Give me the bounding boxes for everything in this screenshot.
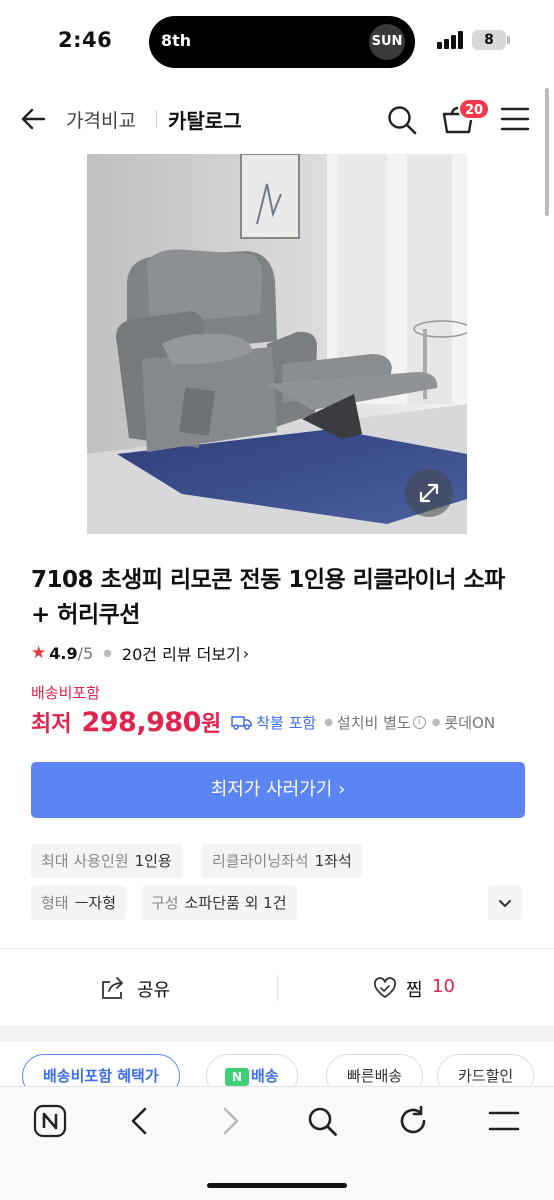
expand-specs-button[interactable]	[488, 886, 522, 920]
cod-shipping-label: 착불 포함	[256, 713, 317, 732]
filter-label: 카드할인	[458, 1067, 514, 1085]
top-nav: 가격비교 카탈로그 20	[0, 90, 554, 148]
share-button[interactable]: 공유	[0, 952, 277, 1024]
buy-lowest-label: 최저가 사러가기	[210, 779, 333, 800]
battery-icon: 8	[472, 30, 510, 50]
menu-icon[interactable]	[500, 106, 530, 132]
filter-label: 배송비포함 혜택가	[43, 1067, 159, 1085]
expand-image-button[interactable]	[405, 469, 453, 517]
spec-value: 1인용	[134, 852, 172, 870]
back-icon[interactable]	[122, 1103, 158, 1139]
dynamic-island: 8th SUN	[149, 16, 415, 68]
price-value: 298,980	[81, 706, 201, 738]
spec-chip: 형태 ㅡ자형	[31, 886, 127, 920]
spec-chip: 구성 소파단품 외 1건	[141, 886, 297, 920]
reviews-link[interactable]: 20건 리뷰 더보기	[122, 641, 241, 665]
buy-lowest-button[interactable]: 최저가 사러가기 ›	[31, 762, 525, 818]
filter-n-delivery[interactable]: N 배송	[206, 1054, 298, 1086]
island-badge: SUN	[369, 24, 405, 60]
info-icon[interactable]: i	[412, 715, 426, 729]
install-fee-label: 설치비 별도	[336, 713, 411, 732]
price-currency: 원	[200, 712, 222, 737]
dot-separator: ●	[103, 647, 112, 659]
back-arrow-icon[interactable]	[18, 104, 48, 134]
filter-label: 빠른배송	[347, 1067, 403, 1085]
search-icon[interactable]	[386, 104, 418, 136]
spec-value: 소파단품 외 1건	[184, 894, 287, 912]
filter-fast-delivery[interactable]: 빠른배송	[326, 1054, 424, 1086]
section-gap	[0, 1026, 554, 1042]
signal-icon	[437, 30, 465, 49]
truck-icon	[231, 716, 252, 730]
spec-value: ㅡ자형	[74, 894, 117, 912]
rating-max: /5	[77, 643, 94, 663]
tab-price-compare[interactable]: 가격비교	[66, 106, 136, 133]
spec-key: 최대 사용인원	[41, 852, 129, 870]
spec-key: 리클라이닝좌석	[212, 852, 309, 870]
spec-chip: 리클라이닝좌석 1좌석	[202, 844, 362, 878]
rating-score: 4.9	[49, 643, 78, 663]
tab-catalog[interactable]: 카탈로그	[168, 105, 242, 134]
spec-chip: 최대 사용인원 1인용	[31, 844, 182, 878]
wishlist-button[interactable]: 찜 10	[277, 952, 554, 1024]
chevron-right-icon: ›	[338, 779, 346, 800]
battery-level: 8	[484, 32, 494, 48]
chevron-right-icon: ›	[242, 643, 250, 663]
spec-value: 1좌석	[314, 852, 352, 870]
n-delivery-icon: N	[225, 1067, 249, 1086]
dot-separator: ●	[324, 716, 333, 728]
filter-card-discount[interactable]: 카드할인	[437, 1054, 535, 1086]
search-icon[interactable]	[304, 1103, 340, 1139]
clock: 2:46	[58, 28, 113, 52]
dot-separator: ●	[431, 716, 441, 728]
home-indicator	[207, 1183, 347, 1188]
wishlist-count: 10	[432, 976, 455, 997]
divider	[0, 948, 554, 949]
island-label: 8th	[161, 31, 192, 50]
naver-home-icon[interactable]	[32, 1103, 68, 1139]
rating-row: ★ 4.9 /5 ● 20건 리뷰 더보기 ›	[31, 641, 249, 665]
heart-icon	[373, 977, 397, 998]
spec-key: 형태	[41, 894, 69, 912]
share-label: 공유	[137, 980, 171, 1001]
seller-name: 롯데ON	[444, 713, 496, 732]
lowest-label: 최저	[31, 712, 72, 737]
menu-icon[interactable]	[486, 1103, 522, 1139]
tab-divider	[156, 110, 157, 128]
spec-key: 구성	[151, 894, 179, 912]
shipping-included-label: 배송비포함	[31, 684, 101, 702]
wishlist-label: 찜	[406, 980, 423, 1001]
filter-bar: 배송비포함 혜택가 N 배송 빠른배송 카드할인	[0, 1042, 554, 1086]
status-bar: 2:46 8th SUN 8	[0, 0, 554, 86]
filter-shipping-included[interactable]: 배송비포함 혜택가	[22, 1054, 180, 1086]
price-row: 최저 298,980 원 착불 포함 ● 설치비 별도 i ● 롯데ON	[31, 704, 495, 740]
share-icon	[102, 977, 123, 999]
filter-label: 배송	[251, 1067, 279, 1085]
product-title: 7108 초생피 리모콘 전동 1인용 리클라이너 소파 + 허리쿠션	[31, 567, 505, 628]
cart-count-badge: 20	[458, 98, 491, 120]
forward-icon[interactable]	[212, 1103, 248, 1139]
expand-icon	[419, 483, 439, 503]
refresh-icon[interactable]	[395, 1103, 431, 1139]
chevron-down-icon	[499, 900, 511, 907]
scrollbar[interactable]	[545, 88, 549, 216]
star-icon: ★	[31, 643, 47, 663]
